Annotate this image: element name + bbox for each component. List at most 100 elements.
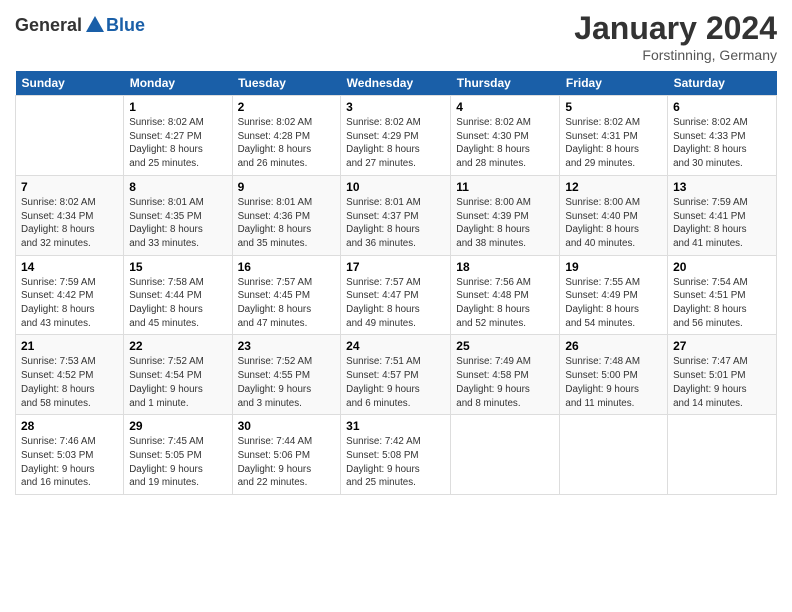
day-info: Sunrise: 7:54 AMSunset: 4:51 PMDaylight:… (673, 276, 771, 331)
calendar-table: SundayMondayTuesdayWednesdayThursdayFrid… (15, 71, 777, 495)
calendar-cell: 19 Sunrise: 7:55 AMSunset: 4:49 PMDayligh… (560, 255, 668, 335)
calendar-cell: 3 Sunrise: 8:02 AMSunset: 4:29 PMDaylight… (341, 96, 451, 176)
day-info: Sunrise: 7:52 AMSunset: 4:55 PMDaylight:… (238, 355, 336, 410)
day-info: Sunrise: 8:01 AMSunset: 4:37 PMDaylight:… (346, 196, 445, 251)
day-info: Sunrise: 8:01 AMSunset: 4:35 PMDaylight:… (129, 196, 226, 251)
weekday-header: Saturday (668, 71, 777, 96)
logo-icon (84, 14, 106, 36)
calendar-cell: 8 Sunrise: 8:01 AMSunset: 4:35 PMDaylight… (124, 175, 232, 255)
month-title: January 2024 (574, 10, 777, 47)
page-container: General Blue January 2024 Forstinning, G… (0, 0, 792, 505)
day-number: 18 (456, 260, 554, 274)
day-number: 22 (129, 339, 226, 353)
day-number: 3 (346, 100, 445, 114)
calendar-week-row: 28 Sunrise: 7:46 AMSunset: 5:03 PMDayligh… (16, 415, 777, 495)
day-info: Sunrise: 7:58 AMSunset: 4:44 PMDaylight:… (129, 276, 226, 331)
day-number: 21 (21, 339, 118, 353)
day-number: 29 (129, 419, 226, 433)
calendar-cell: 18 Sunrise: 7:56 AMSunset: 4:48 PMDayligh… (451, 255, 560, 335)
day-number: 30 (238, 419, 336, 433)
calendar-cell (16, 96, 124, 176)
calendar-cell: 22 Sunrise: 7:52 AMSunset: 4:54 PMDayligh… (124, 335, 232, 415)
calendar-cell: 25 Sunrise: 7:49 AMSunset: 4:58 PMDayligh… (451, 335, 560, 415)
calendar-cell: 21 Sunrise: 7:53 AMSunset: 4:52 PMDayligh… (16, 335, 124, 415)
day-info: Sunrise: 7:45 AMSunset: 5:05 PMDaylight:… (129, 435, 226, 490)
calendar-cell: 13 Sunrise: 7:59 AMSunset: 4:41 PMDayligh… (668, 175, 777, 255)
header: General Blue January 2024 Forstinning, G… (15, 10, 777, 63)
weekday-header: Wednesday (341, 71, 451, 96)
calendar-cell: 10Sunrise: 8:01 AMSunset: 4:37 PMDayligh… (341, 175, 451, 255)
day-number: 14 (21, 260, 118, 274)
day-info: Sunrise: 7:51 AMSunset: 4:57 PMDaylight:… (346, 355, 445, 410)
day-number: 25 (456, 339, 554, 353)
calendar-cell: 20 Sunrise: 7:54 AMSunset: 4:51 PMDayligh… (668, 255, 777, 335)
day-info: Sunrise: 7:56 AMSunset: 4:48 PMDaylight:… (456, 276, 554, 331)
day-info: Sunrise: 7:57 AMSunset: 4:47 PMDaylight:… (346, 276, 445, 331)
calendar-cell: 1Sunrise: 8:02 AMSunset: 4:27 PMDaylight… (124, 96, 232, 176)
calendar-cell: 16 Sunrise: 7:57 AMSunset: 4:45 PMDayligh… (232, 255, 341, 335)
logo-general-text: General (15, 15, 82, 36)
day-number: 24 (346, 339, 445, 353)
calendar-cell: 23 Sunrise: 7:52 AMSunset: 4:55 PMDayligh… (232, 335, 341, 415)
day-number: 9 (238, 180, 336, 194)
day-number: 17 (346, 260, 445, 274)
calendar-week-row: 21 Sunrise: 7:53 AMSunset: 4:52 PMDayligh… (16, 335, 777, 415)
day-number: 31 (346, 419, 445, 433)
logo-blue-text: Blue (106, 15, 145, 36)
logo: General Blue (15, 14, 145, 36)
day-number: 26 (565, 339, 662, 353)
day-number: 5 (565, 100, 662, 114)
location: Forstinning, Germany (574, 47, 777, 63)
day-info: Sunrise: 8:02 AMSunset: 4:27 PMDaylight:… (129, 116, 226, 171)
day-info: Sunrise: 8:02 AMSunset: 4:29 PMDaylight:… (346, 116, 445, 171)
calendar-cell: 6Sunrise: 8:02 AMSunset: 4:33 PMDaylight… (668, 96, 777, 176)
calendar-cell: 7 Sunrise: 8:02 AMSunset: 4:34 PMDaylight… (16, 175, 124, 255)
day-number: 16 (238, 260, 336, 274)
calendar-cell: 5 Sunrise: 8:02 AMSunset: 4:31 PMDaylight… (560, 96, 668, 176)
day-info: Sunrise: 7:59 AMSunset: 4:42 PMDaylight:… (21, 276, 118, 331)
day-info: Sunrise: 8:02 AMSunset: 4:33 PMDaylight:… (673, 116, 771, 171)
day-info: Sunrise: 7:47 AMSunset: 5:01 PMDaylight:… (673, 355, 771, 410)
calendar-cell: 14 Sunrise: 7:59 AMSunset: 4:42 PMDayligh… (16, 255, 124, 335)
calendar-cell (451, 415, 560, 495)
day-info: Sunrise: 7:52 AMSunset: 4:54 PMDaylight:… (129, 355, 226, 410)
day-number: 20 (673, 260, 771, 274)
day-info: Sunrise: 7:46 AMSunset: 5:03 PMDaylight:… (21, 435, 118, 490)
day-info: Sunrise: 8:00 AMSunset: 4:40 PMDaylight:… (565, 196, 662, 251)
day-number: 7 (21, 180, 118, 194)
day-number: 8 (129, 180, 226, 194)
weekday-header: Monday (124, 71, 232, 96)
calendar-cell: 15 Sunrise: 7:58 AMSunset: 4:44 PMDayligh… (124, 255, 232, 335)
calendar-cell: 11Sunrise: 8:00 AMSunset: 4:39 PMDayligh… (451, 175, 560, 255)
calendar-cell (560, 415, 668, 495)
calendar-cell: 9 Sunrise: 8:01 AMSunset: 4:36 PMDaylight… (232, 175, 341, 255)
day-info: Sunrise: 8:01 AMSunset: 4:36 PMDaylight:… (238, 196, 336, 251)
day-number: 12 (565, 180, 662, 194)
calendar-cell: 4 Sunrise: 8:02 AMSunset: 4:30 PMDaylight… (451, 96, 560, 176)
day-number: 4 (456, 100, 554, 114)
day-info: Sunrise: 8:02 AMSunset: 4:30 PMDaylight:… (456, 116, 554, 171)
day-info: Sunrise: 7:53 AMSunset: 4:52 PMDaylight:… (21, 355, 118, 410)
calendar-cell (668, 415, 777, 495)
calendar-week-row: 1Sunrise: 8:02 AMSunset: 4:27 PMDaylight… (16, 96, 777, 176)
day-info: Sunrise: 7:49 AMSunset: 4:58 PMDaylight:… (456, 355, 554, 410)
day-number: 28 (21, 419, 118, 433)
day-info: Sunrise: 8:02 AMSunset: 4:31 PMDaylight:… (565, 116, 662, 171)
day-number: 19 (565, 260, 662, 274)
calendar-week-row: 7 Sunrise: 8:02 AMSunset: 4:34 PMDaylight… (16, 175, 777, 255)
day-info: Sunrise: 7:55 AMSunset: 4:49 PMDaylight:… (565, 276, 662, 331)
calendar-cell: 12 Sunrise: 8:00 AMSunset: 4:40 PMDayligh… (560, 175, 668, 255)
calendar-week-row: 14 Sunrise: 7:59 AMSunset: 4:42 PMDayligh… (16, 255, 777, 335)
calendar-cell: 17 Sunrise: 7:57 AMSunset: 4:47 PMDayligh… (341, 255, 451, 335)
calendar-cell: 29 Sunrise: 7:45 AMSunset: 5:05 PMDayligh… (124, 415, 232, 495)
header-row: SundayMondayTuesdayWednesdayThursdayFrid… (16, 71, 777, 96)
day-info: Sunrise: 8:02 AMSunset: 4:34 PMDaylight:… (21, 196, 118, 251)
weekday-header: Sunday (16, 71, 124, 96)
day-number: 15 (129, 260, 226, 274)
day-info: Sunrise: 7:59 AMSunset: 4:41 PMDaylight:… (673, 196, 771, 251)
day-number: 2 (238, 100, 336, 114)
day-info: Sunrise: 7:57 AMSunset: 4:45 PMDaylight:… (238, 276, 336, 331)
calendar-cell: 28 Sunrise: 7:46 AMSunset: 5:03 PMDayligh… (16, 415, 124, 495)
day-number: 23 (238, 339, 336, 353)
day-number: 13 (673, 180, 771, 194)
